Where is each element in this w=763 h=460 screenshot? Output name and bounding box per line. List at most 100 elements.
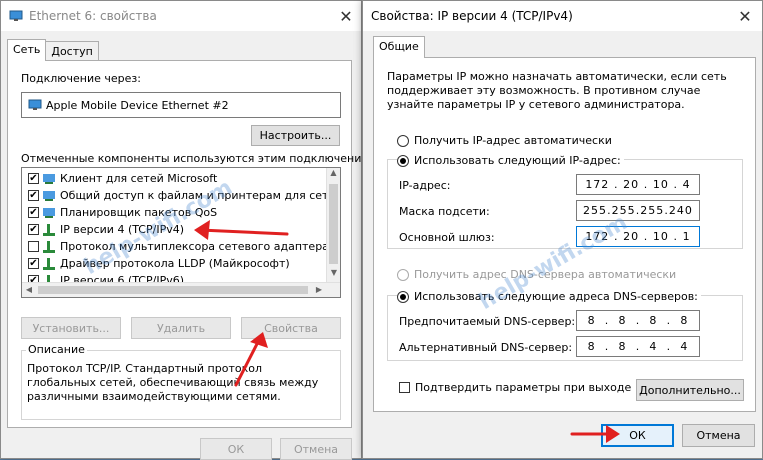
scroll-down-icon[interactable]: ▼ — [327, 268, 340, 282]
right-close-button[interactable]: ✕ — [730, 1, 760, 31]
manual-dns-label: Использовать следующие адреса DNS-сервер… — [414, 290, 698, 303]
octet-dot: . — [643, 230, 649, 243]
ip-octet: 20 — [623, 178, 640, 191]
component-label: Драйвер протокола LLDP (Майкрософт) — [60, 257, 290, 270]
mask-octet: 255 — [640, 204, 665, 217]
octet-dot: . — [604, 314, 610, 327]
alternate-dns-label: Альтернативный DNS-сервер: — [399, 341, 573, 354]
left-cancel-button[interactable]: Отмена — [280, 438, 352, 460]
auto-dns-option[interactable]: Получить адрес DNS-сервера автоматически — [397, 266, 676, 283]
alternate-dns-input[interactable]: 8. 8. 4. 4 — [576, 336, 700, 357]
scroll-thumb[interactable] — [329, 184, 338, 264]
octet-dot: . — [635, 314, 641, 327]
checkbox-unchecked-icon[interactable] — [399, 382, 410, 393]
radio-on-icon[interactable] — [397, 290, 409, 303]
checkbox-checked-icon[interactable]: ✔ — [28, 258, 39, 269]
checkbox-checked-icon[interactable]: ✔ — [28, 207, 39, 218]
subnet-mask-label: Маска подсети: — [399, 205, 490, 218]
configure-button[interactable]: Настроить... — [251, 125, 340, 146]
octet-dot: . — [643, 178, 649, 191]
checkbox-checked-icon[interactable]: ✔ — [28, 224, 39, 235]
radio-on-icon[interactable] — [397, 154, 409, 167]
right-cancel-button[interactable]: Отмена — [682, 424, 755, 447]
left-titlebar: Ethernet 6: свойства ✕ — [1, 1, 361, 31]
gateway-label: Основной шлюз: — [399, 231, 495, 244]
list-item[interactable]: ✔ IP версии 4 (TCP/IPv4) — [28, 221, 184, 238]
ip-address-label: IP-адрес: — [399, 179, 451, 192]
left-ok-button[interactable]: ОК — [200, 438, 272, 460]
description-legend: Описание — [26, 343, 87, 356]
mask-octet: 255 — [583, 204, 608, 217]
preferred-dns-label: Предпочитаемый DNS-сервер: — [399, 315, 576, 328]
scroll-right-icon[interactable]: ▶ — [312, 283, 326, 297]
gateway-octet: 10 — [652, 230, 669, 243]
network-service-icon — [42, 190, 56, 202]
octet-dot: . — [613, 178, 619, 191]
list-item[interactable]: ✔ Клиент для сетей Microsoft — [28, 170, 217, 187]
network-service-icon — [42, 207, 56, 219]
octet-dot: . — [635, 340, 641, 353]
ip-octet: 172 — [585, 178, 610, 191]
description-text: Протокол TCP/IP. Стандартный протокол гл… — [27, 362, 319, 403]
octet-dot: . — [673, 230, 679, 243]
list-item[interactable]: ✔ Планировщик пакетов QoS — [28, 204, 217, 221]
tab-sharing[interactable]: Доступ — [45, 41, 99, 61]
right-tab-panel: Параметры IP можно назначать автоматичес… — [373, 57, 756, 412]
manual-ip-option[interactable]: Использовать следующий IP-адрес: — [397, 152, 624, 169]
radio-off-icon[interactable] — [397, 268, 409, 281]
checkbox-checked-icon[interactable]: ✔ — [28, 190, 39, 201]
checkbox-unchecked-icon[interactable] — [28, 241, 39, 252]
auto-ip-label: Получить IP-адрес автоматически — [414, 134, 612, 147]
manual-dns-option[interactable]: Использовать следующие адреса DNS-сервер… — [397, 288, 701, 305]
dns-octet: 8 — [649, 314, 658, 327]
radio-off-icon[interactable] — [397, 134, 409, 147]
ip-address-input[interactable]: 172. 20. 10. 4 — [576, 174, 700, 195]
dns-octet: 4 — [680, 340, 689, 353]
install-button[interactable]: Установить... — [21, 317, 121, 339]
manual-ip-label: Использовать следующий IP-адрес: — [414, 154, 621, 167]
validate-option[interactable]: Подтвердить параметры при выходе — [399, 379, 631, 396]
component-label: Клиент для сетей Microsoft — [60, 172, 218, 185]
network-adapter-icon — [9, 10, 23, 22]
mask-octet: 240 — [668, 204, 693, 217]
gateway-input[interactable]: 172. 20. 10. 1 — [576, 226, 700, 247]
dns-octet: 8 — [587, 340, 596, 353]
checkbox-checked-icon[interactable]: ✔ — [28, 173, 39, 184]
right-ok-button[interactable]: ОК — [601, 424, 674, 447]
component-label: Планировщик пакетов QoS — [60, 206, 218, 219]
octet-dot: . — [613, 230, 619, 243]
right-titlebar: Свойства: IP версии 4 (TCP/IPv4) ✕ — [363, 1, 762, 31]
gateway-octet: 20 — [623, 230, 640, 243]
mask-octet: 255 — [611, 204, 636, 217]
auto-ip-option[interactable]: Получить IP-адрес автоматически — [397, 132, 612, 149]
scroll-left-icon[interactable]: ◀ — [22, 283, 36, 297]
scroll-up-icon[interactable]: ▲ — [327, 168, 340, 182]
ipv4-properties-window: Свойства: IP версии 4 (TCP/IPv4) ✕ Общие… — [362, 0, 763, 459]
tab-network[interactable]: Сеть — [7, 39, 47, 61]
scroll-thumb-h[interactable] — [38, 286, 308, 294]
adapter-name-field: Apple Mobile Device Ethernet #2 — [21, 92, 341, 118]
subnet-mask-input[interactable]: 255. 255. 255. 240 — [576, 200, 700, 221]
vertical-scrollbar[interactable]: ▲ ▼ — [326, 168, 340, 282]
dns-octet: 8 — [618, 340, 627, 353]
advanced-button[interactable]: Дополнительно... — [636, 379, 744, 401]
validate-label: Подтвердить параметры при выходе — [415, 381, 632, 394]
ethernet-properties-window: Ethernet 6: свойства ✕ Сеть Доступ Подкл… — [0, 0, 380, 460]
dns-octet: 8 — [680, 314, 689, 327]
tab-general[interactable]: Общие — [373, 36, 425, 58]
preferred-dns-input[interactable]: 8. 8. 8. 8 — [576, 310, 700, 331]
network-client-icon — [42, 173, 56, 185]
left-tab-panel: Подключение через: Apple Mobile Device E… — [7, 60, 380, 428]
list-item[interactable]: ✔ Драйвер протокола LLDP (Майкрософт) — [28, 255, 290, 272]
remove-button[interactable]: Удалить — [131, 317, 231, 339]
left-close-button[interactable]: ✕ — [331, 1, 361, 31]
protocol-icon — [42, 257, 56, 270]
component-label: Протокол мультиплексора сетевого адаптер… — [60, 240, 341, 253]
component-label: IP версии 4 (TCP/IPv4) — [60, 223, 185, 236]
list-item[interactable]: Протокол мультиплексора сетевого адаптер… — [28, 238, 341, 255]
properties-button[interactable]: Свойства — [241, 317, 341, 339]
octet-dot: . — [604, 340, 610, 353]
gateway-octet: 172 — [585, 230, 610, 243]
list-item[interactable]: ✔ Общий доступ к файлам и принтерам для … — [28, 187, 340, 204]
horizontal-scrollbar[interactable]: ◀ ▶ — [22, 282, 340, 297]
